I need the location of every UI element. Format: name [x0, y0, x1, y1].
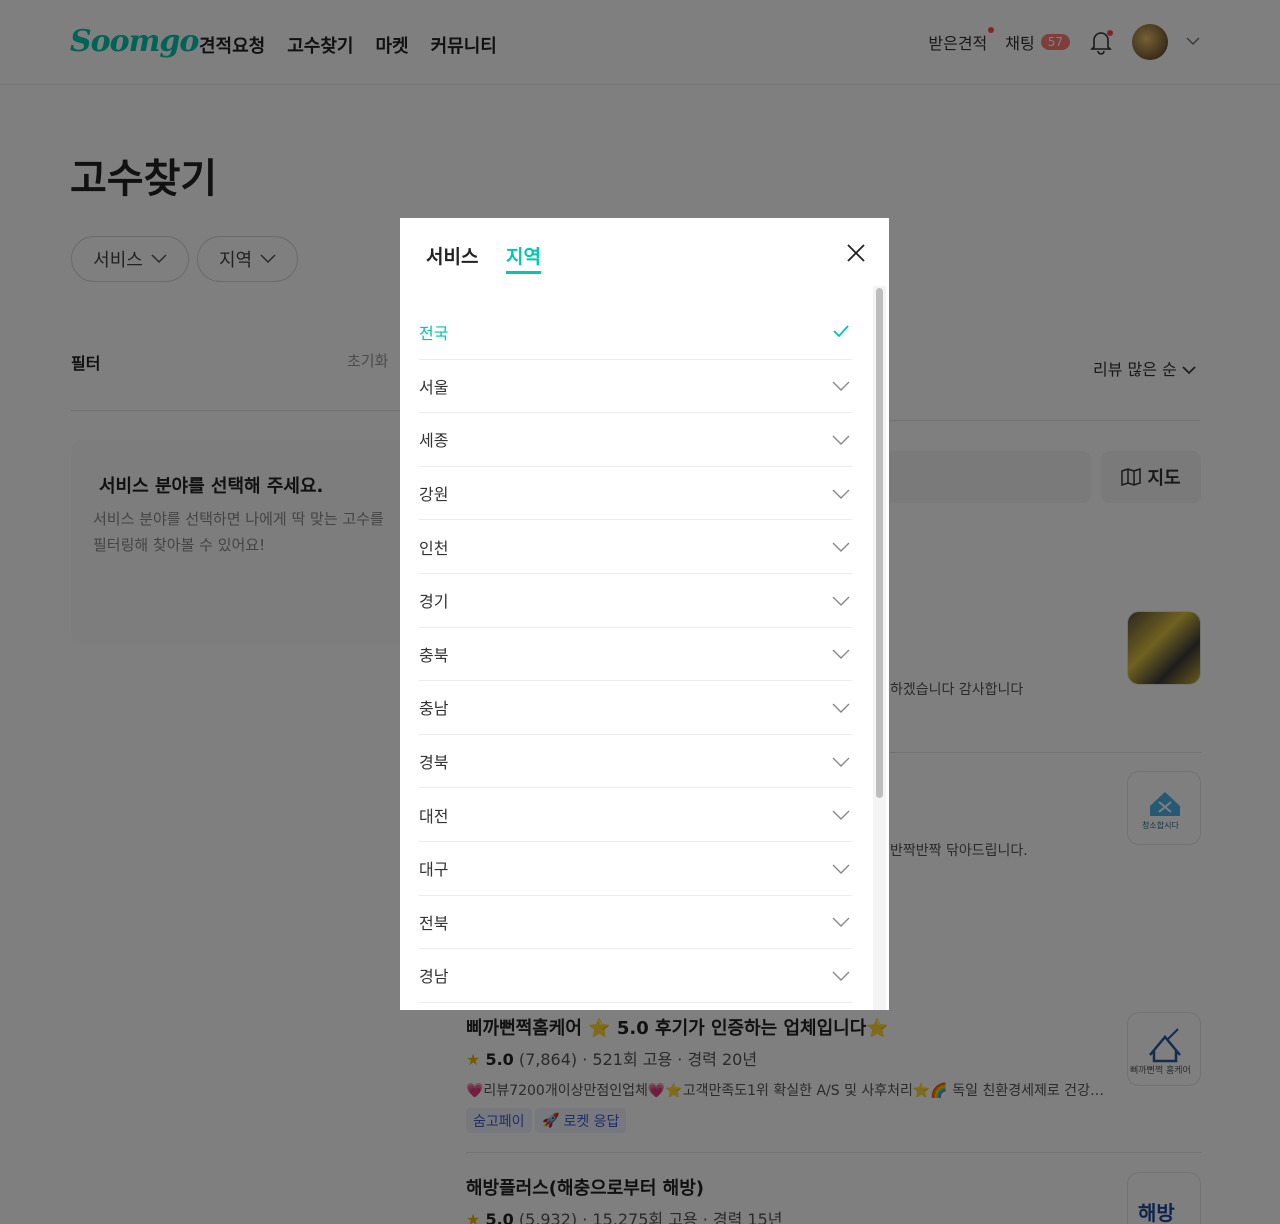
chevron-down-icon [832, 752, 850, 771]
chevron-down-icon [832, 805, 850, 824]
region-item[interactable]: 경남 [419, 949, 852, 1003]
chevron-down-icon [832, 591, 850, 610]
chevron-down-icon [832, 484, 850, 503]
chevron-down-icon [832, 966, 850, 985]
region-item[interactable]: 강원 [419, 467, 852, 521]
region-label: 강원 [419, 485, 449, 505]
region-label: 대전 [419, 806, 449, 826]
region-item[interactable]: 전국 [419, 306, 852, 360]
region-item[interactable]: 충남 [419, 681, 852, 735]
region-item[interactable]: 충북 [419, 628, 852, 682]
region-label: 인천 [419, 538, 449, 558]
region-label: 전북 [419, 913, 449, 933]
region-item[interactable]: 인천 [419, 520, 852, 574]
region-item[interactable]: 경기 [419, 574, 852, 628]
scrollbar-thumb[interactable] [876, 288, 883, 798]
region-item[interactable]: 전북 [419, 896, 852, 950]
region-label: 충북 [419, 645, 449, 665]
region-item[interactable]: 대전 [419, 788, 852, 842]
tab-region[interactable]: 지역 [506, 242, 541, 269]
close-icon[interactable] [844, 241, 868, 265]
region-item[interactable]: 대구 [419, 842, 852, 896]
region-item[interactable]: 서울 [419, 360, 852, 414]
check-icon [832, 323, 850, 342]
region-label: 전국 [419, 324, 449, 344]
region-label: 세종 [419, 431, 449, 451]
region-label: 서울 [419, 377, 449, 397]
chevron-down-icon [832, 698, 850, 717]
tab-service[interactable]: 서비스 [426, 242, 478, 269]
region-item[interactable]: 세종 [419, 413, 852, 467]
filter-modal: 서비스 지역 전국서울세종강원인천경기충북충남경북대전대구전북경남 [400, 218, 889, 1010]
region-label: 경북 [419, 753, 449, 773]
region-label: 경기 [419, 592, 449, 612]
chevron-down-icon [832, 537, 850, 556]
region-label: 경남 [419, 967, 449, 987]
chevron-down-icon [832, 912, 850, 931]
chevron-down-icon [832, 376, 850, 395]
chevron-down-icon [832, 859, 850, 878]
active-tab-indicator [506, 271, 541, 274]
region-list: 전국서울세종강원인천경기충북충남경북대전대구전북경남 [419, 306, 852, 1003]
chevron-down-icon [832, 644, 850, 663]
region-label: 대구 [419, 860, 449, 880]
region-item[interactable]: 경북 [419, 735, 852, 789]
chevron-down-icon [832, 430, 850, 449]
region-label: 충남 [419, 699, 449, 719]
